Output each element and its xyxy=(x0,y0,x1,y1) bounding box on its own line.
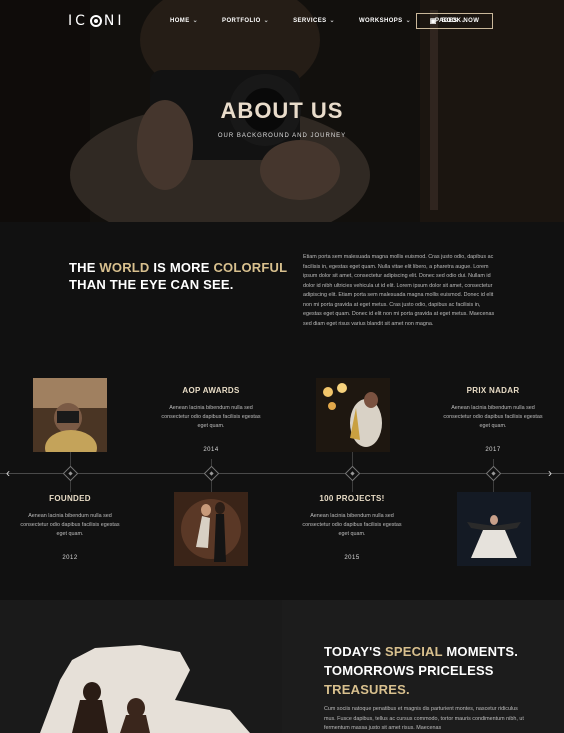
moments-heading-part: TODAY'S xyxy=(324,644,386,659)
chevron-down-icon: ⌄ xyxy=(329,18,335,24)
logo[interactable]: IC NI xyxy=(68,13,125,29)
timeline-text: Aenean lacinia bibendum nulla sed consec… xyxy=(443,405,543,429)
timeline-photo-saxophonist xyxy=(316,378,390,452)
moments-heading-part: MOMENTS. xyxy=(442,644,519,659)
timeline-photo-dancers xyxy=(174,492,248,566)
timeline-marker[interactable] xyxy=(344,465,361,482)
hero-banner: IC NI HOME ⌄ PORTFOLIO ⌄ SERVICES ⌄ WORKS… xyxy=(0,0,564,222)
moments-heading-line: TOMORROWS PRICELESS xyxy=(324,663,494,678)
moments-paragraph: Cum sociis natoque penatibus et magnis d… xyxy=(324,706,524,731)
timeline-year: 2017 xyxy=(485,447,501,453)
book-now-button[interactable]: ▣ BOOK NOW xyxy=(416,13,493,29)
timeline-marker[interactable] xyxy=(62,465,79,482)
chevron-right-icon[interactable]: › xyxy=(548,466,552,480)
timeline-title: PRIX NADAR xyxy=(466,386,520,395)
navbar: IC NI HOME ⌄ PORTFOLIO ⌄ SERVICES ⌄ WORKS… xyxy=(0,13,564,31)
menu-item-label: HOME xyxy=(170,17,190,24)
chevron-down-icon: ⌄ xyxy=(405,18,412,24)
timeline-year: 2015 xyxy=(344,555,360,561)
couple-silhouette-image xyxy=(0,600,282,733)
timeline-text: Aenean lacinia bibendum nulla sed consec… xyxy=(20,513,120,537)
timeline-title: FOUNDED xyxy=(49,494,91,503)
intro-heading-accent: WORLD xyxy=(99,260,150,275)
moments-heading-accent: TREASURES. xyxy=(324,682,410,697)
intro-heading-part: THE xyxy=(69,260,100,275)
chevron-left-icon[interactable]: ‹ xyxy=(6,466,10,480)
timeline-text: Aenean lacinia bibendum nulla sed consec… xyxy=(161,405,261,429)
book-now-label: BOOK NOW xyxy=(441,18,480,24)
timeline-title: AOP AWARDS xyxy=(182,386,240,395)
chevron-down-icon: ⌄ xyxy=(192,18,199,24)
menu-item-portfolio[interactable]: PORTFOLIO ⌄ xyxy=(222,17,270,25)
intro-heading: THE WORLD IS MORE COLORFUL THAN THE EYE … xyxy=(69,259,289,293)
timeline-text: Aenean lacinia bibendum nulla sed consec… xyxy=(302,513,402,537)
intro-paragraph: Etiam porta sem malesuada magna mollis e… xyxy=(303,254,495,327)
moments-section: TODAY'S SPECIAL MOMENTS. TOMORROWS PRICE… xyxy=(0,600,564,733)
timeline-year: 2012 xyxy=(62,555,78,561)
timeline-year: 2014 xyxy=(203,447,219,453)
intro-heading-accent: COLORFUL xyxy=(213,260,288,275)
menu-item-label: SERVICES xyxy=(293,17,327,24)
moments-heading-accent: SPECIAL xyxy=(385,644,443,659)
page-title: ABOUT US xyxy=(220,98,344,123)
moments-heading: TODAY'S SPECIAL MOMENTS. TOMORROWS PRICE… xyxy=(324,642,524,699)
page-subtitle: OUR BACKGROUND AND JOURNEY xyxy=(217,133,347,139)
moments-image-panel xyxy=(0,600,282,733)
chevron-down-icon: ⌄ xyxy=(263,18,270,24)
intro-heading-part: THAN THE EYE CAN SEE. xyxy=(69,277,234,292)
menu-item-label: WORKSHOPS xyxy=(358,17,403,24)
intro-section: THE WORLD IS MORE COLORFUL THAN THE EYE … xyxy=(0,222,564,600)
timeline-photo-photographer xyxy=(33,378,107,452)
moments-text-panel: TODAY'S SPECIAL MOMENTS. TOMORROWS PRICE… xyxy=(282,600,564,733)
logo-ring-icon xyxy=(89,15,102,27)
menu-item-services[interactable]: SERVICES ⌄ xyxy=(293,17,335,25)
menu-item-home[interactable]: HOME ⌄ xyxy=(170,17,199,25)
timeline-photo-dancer xyxy=(457,492,531,566)
moments-heading-line: TODAY'S SPECIAL MOMENTS. xyxy=(324,642,524,661)
menu-item-label: PORTFOLIO xyxy=(222,17,261,24)
timeline-line xyxy=(0,473,564,474)
intro-heading-part: IS MORE xyxy=(149,260,214,275)
timeline-marker[interactable] xyxy=(203,465,220,482)
calendar-icon: ▣ xyxy=(429,18,437,25)
timeline-marker[interactable] xyxy=(485,465,502,482)
menu-item-workshops[interactable]: WORKSHOPS ⌄ xyxy=(358,17,412,25)
timeline-title: 100 PROJECTS! xyxy=(319,494,385,503)
